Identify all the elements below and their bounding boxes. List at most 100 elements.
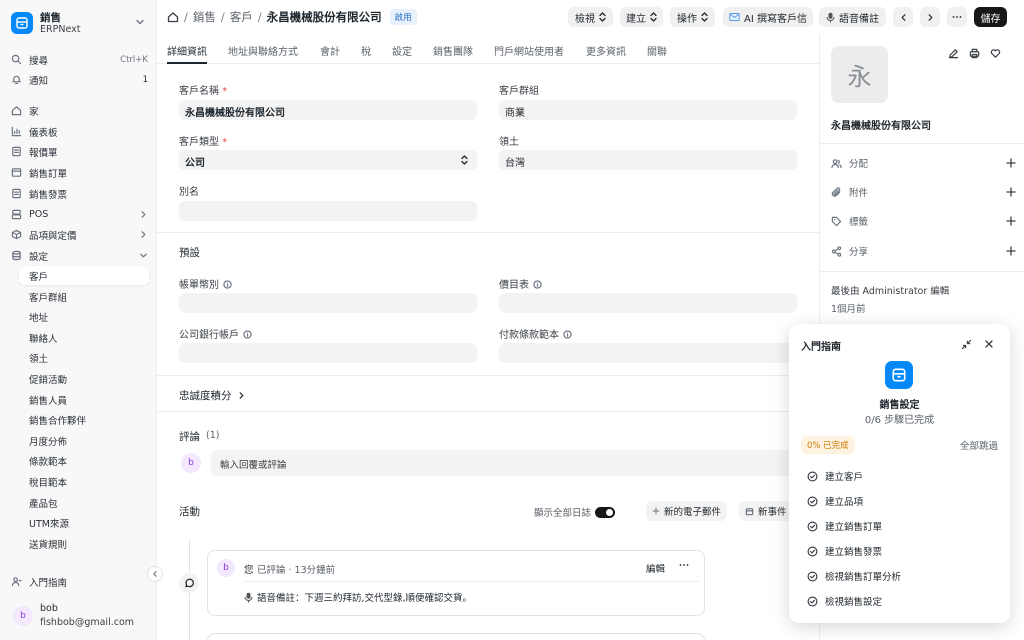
save-button[interactable]: 儲存	[974, 7, 1007, 27]
customer-name-field[interactable]: 永昌機械股份有限公司	[179, 100, 477, 120]
check-circle-icon	[807, 471, 818, 482]
app-switcher[interactable]: 銷售 ERPNext	[11, 8, 151, 36]
file-icon	[10, 146, 22, 158]
tab-portal-users[interactable]: 門戶網站使用者	[494, 43, 564, 58]
sidebar-onboarding-guide[interactable]: 入門指南	[10, 572, 148, 591]
onboarding-step[interactable]: 檢視銷售設定	[807, 594, 882, 608]
payment-terms-field[interactable]	[499, 343, 797, 363]
sidebar-sub-sales-partner[interactable]: 銷售合作夥伴	[19, 410, 149, 429]
tab-settings[interactable]: 設定	[392, 43, 412, 58]
onboarding-step[interactable]: 建立客戶	[807, 469, 863, 483]
voice-note-button[interactable]: 語音備註	[819, 7, 886, 27]
sidebar-item-home[interactable]: 家	[10, 101, 148, 120]
comment-edit-link[interactable]: 編輯	[646, 561, 665, 575]
onboarding-step[interactable]: 建立銷售訂單	[807, 519, 882, 533]
sidebar-sub-address[interactable]: 地址	[19, 307, 149, 326]
sidebar-item-settings[interactable]: 設定	[10, 246, 148, 265]
defaults-section-title: 預設	[179, 247, 200, 259]
territory-field[interactable]: 台灣	[499, 150, 797, 170]
app-title: 銷售	[40, 12, 61, 24]
actions-dropdown[interactable]: 操作	[670, 7, 715, 27]
sidebar-item-sales-order[interactable]: 銷售訂單	[10, 163, 148, 182]
previous-record-button[interactable]	[893, 7, 913, 27]
tab-more-info[interactable]: 更多資訊	[586, 43, 626, 58]
check-circle-icon	[807, 596, 818, 607]
plus-icon[interactable]	[1006, 246, 1016, 256]
sidebar-sub-product-bundle[interactable]: 產品包	[19, 493, 149, 512]
onboarding-step[interactable]: 檢視銷售訂單分析	[807, 569, 901, 583]
onboarding-step[interactable]: 建立銷售發票	[807, 544, 882, 558]
skip-all-button[interactable]: 全部跳過	[960, 438, 998, 452]
sidebar-item-quotation[interactable]: 報價單	[10, 142, 148, 161]
alias-label: 別名	[179, 187, 199, 198]
breadcrumb-customer[interactable]: 客戶	[230, 9, 253, 25]
sidebar-sub-territory[interactable]: 領土	[19, 348, 149, 367]
sidebar-sub-terms-template[interactable]: 條款範本	[19, 451, 149, 470]
comment-meta: 已評論 · 13分鐘前	[257, 565, 336, 576]
create-dropdown[interactable]: 建立	[620, 7, 663, 27]
tab-address-contact[interactable]: 地址與聯絡方式	[228, 43, 298, 58]
onboarding-step[interactable]: 建立品項	[807, 494, 863, 508]
breadcrumb-sales[interactable]: 銷售	[193, 9, 216, 25]
comment-input[interactable]: 輸入回覆或評論	[211, 450, 819, 476]
notifications-button[interactable]: 通知 1	[10, 70, 148, 89]
sidebar-sub-utm-source[interactable]: UTM來源	[19, 513, 149, 532]
ellipsis-icon[interactable]	[679, 560, 689, 570]
more-options-button[interactable]	[947, 7, 967, 27]
sidebar-sub-customer-group[interactable]: 客戶群組	[19, 287, 149, 306]
sidebar-sub-monthly-distribution[interactable]: 月度分佈	[19, 431, 149, 450]
tab-sales-team[interactable]: 銷售團隊	[433, 43, 473, 58]
sidebar-sub-customer[interactable]: 客戶	[19, 266, 149, 285]
tags-row[interactable]: 標籤	[831, 213, 1016, 229]
sidebar-sub-contact[interactable]: 聯絡人	[19, 328, 149, 347]
plus-icon[interactable]	[1006, 216, 1016, 226]
sidebar-sub-shipping-rule[interactable]: 送貨規則	[19, 534, 149, 553]
view-dropdown[interactable]: 檢視	[568, 7, 613, 27]
sidebar-sub-sales-person[interactable]: 銷售人員	[19, 390, 149, 409]
timeline-item	[207, 633, 705, 640]
tab-accounting[interactable]: 會計	[320, 43, 340, 58]
bank-account-field[interactable]	[179, 343, 477, 363]
search-button[interactable]: 搜尋 Ctrl+K	[10, 50, 148, 69]
microphone-icon	[244, 592, 253, 603]
view-label: 檢視	[575, 13, 595, 25]
sidebar-item-dashboard[interactable]: 儀表板	[10, 122, 148, 141]
show-all-logs-label: 顯示全部日誌	[534, 508, 592, 519]
assign-row[interactable]: 分配	[831, 155, 1016, 171]
section-divider	[157, 232, 819, 233]
sidebar-item-items-pricing[interactable]: 品項與定價	[10, 225, 148, 244]
sidebar-sub-campaign[interactable]: 促銷活動	[19, 369, 149, 388]
sidebar-item-pos[interactable]: POS	[10, 205, 148, 224]
edit-icon[interactable]	[948, 48, 959, 59]
guide-label: 入門指南	[29, 577, 68, 589]
user-menu[interactable]: b bob fishbob@gmail.com	[10, 602, 150, 630]
sidebar-sub-label: 地址	[29, 312, 49, 324]
tab-details[interactable]: 詳細資訊	[167, 43, 207, 58]
close-icon[interactable]	[984, 339, 994, 349]
billing-currency-field[interactable]	[179, 293, 477, 313]
customer-avatar[interactable]: 永	[831, 46, 888, 103]
print-icon[interactable]	[969, 48, 980, 59]
attachments-row[interactable]: 附件	[831, 184, 1016, 200]
customer-type-select[interactable]: 公司	[179, 150, 477, 170]
onboarding-title: 入門指南	[801, 342, 841, 353]
share-row[interactable]: 分享	[831, 243, 1016, 259]
sidebar-sub-tax-template[interactable]: 稅目範本	[19, 472, 149, 491]
ai-email-button[interactable]: AI 撰寫客戶信	[723, 7, 813, 27]
billing-currency-label: 帳單幣別	[179, 276, 232, 291]
tab-connections[interactable]: 關聯	[647, 43, 667, 58]
new-email-button[interactable]: 新的電子郵件	[646, 501, 728, 521]
sidebar-item-sales-invoice[interactable]: 銷售發票	[10, 184, 148, 203]
plus-icon[interactable]	[1006, 158, 1016, 168]
customer-group-field[interactable]: 商業	[499, 100, 797, 120]
price-list-field[interactable]	[499, 293, 797, 313]
minimize-icon[interactable]	[961, 339, 972, 350]
show-all-logs-toggle[interactable]: 顯示全部日誌	[534, 505, 616, 519]
plus-icon[interactable]	[1006, 187, 1016, 197]
heart-icon[interactable]	[990, 48, 1001, 59]
loyalty-section-toggle[interactable]: 忠誠度積分	[179, 388, 246, 403]
alias-field[interactable]	[179, 201, 477, 221]
next-record-button[interactable]	[920, 7, 940, 27]
tab-tax[interactable]: 稅	[361, 43, 371, 58]
home-icon[interactable]	[167, 11, 179, 23]
